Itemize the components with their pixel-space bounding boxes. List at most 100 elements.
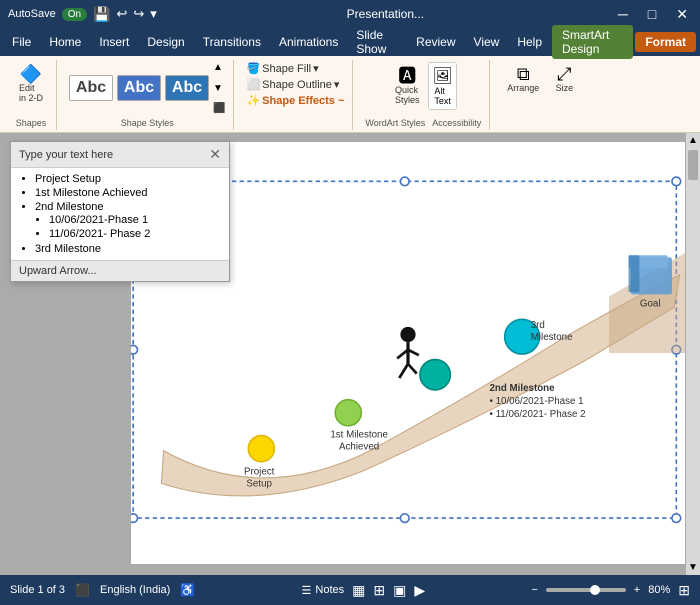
status-left: Slide 1 of 3 ⬛ English (India) ♿	[10, 583, 195, 597]
shape-fill-button[interactable]: 🪣 Shape Fill ▾	[246, 62, 344, 75]
svg-text:Goal: Goal	[640, 298, 661, 309]
arrange-size-row: ⧉ Arrange ⤢ Size	[502, 62, 580, 96]
tab-smartart-design[interactable]: SmartArt Design	[552, 25, 633, 59]
outline-arrow: ▾	[334, 78, 340, 91]
list-item-phase1: 10/06/2021-Phase 1	[49, 213, 221, 227]
style-boxes-row: Abc Abc Abc ▲ ▼ ⬛	[69, 62, 225, 114]
menu-insert[interactable]: Insert	[91, 32, 137, 52]
menu-help[interactable]: Help	[509, 32, 550, 52]
shape-outline-label: Shape Outline	[262, 79, 332, 91]
menu-file[interactable]: File	[4, 32, 39, 52]
ribbon-group-quick: 🅰 QuickStyles 🖼 AltText WordArt Styles A…	[357, 60, 490, 130]
notes-button[interactable]: ☰ Notes	[302, 584, 345, 597]
save-icon[interactable]: 💾	[93, 6, 110, 23]
menu-animations[interactable]: Animations	[271, 32, 346, 52]
zoom-level: 80%	[648, 584, 670, 596]
window-controls: ─ □ ✕	[614, 6, 692, 23]
edit-2d-button[interactable]: 🔷 Editin 2-D	[14, 62, 48, 106]
menu-home[interactable]: Home	[41, 32, 89, 52]
list-item-phase2: 11/06/2021- Phase 2	[49, 227, 221, 241]
shape-style-box-3[interactable]: Abc	[165, 75, 209, 101]
fill-arrow: ▾	[313, 62, 319, 75]
text-panel: Type your text here ✕ Project Setup 1st …	[10, 141, 230, 282]
svg-text:Achieved: Achieved	[339, 442, 379, 453]
svg-text:• 11/06/2021- Phase 2: • 11/06/2021- Phase 2	[489, 409, 585, 420]
shape-style-box-1[interactable]: Abc	[69, 75, 113, 101]
shape-style-box-2[interactable]: Abc	[117, 75, 161, 101]
autosave-toggle[interactable]: On	[62, 8, 87, 21]
styles-scroll-up[interactable]: ▲	[213, 62, 225, 73]
text-panel-title: Type your text here	[19, 149, 113, 161]
menu-review[interactable]: Review	[408, 32, 463, 52]
notes-icon: ☰	[302, 584, 312, 597]
alt-text-label: AltText	[434, 86, 451, 106]
scroll-down-button[interactable]: ▼	[686, 560, 700, 575]
accessibility-icon[interactable]: ♿	[180, 583, 195, 597]
zoom-out-icon[interactable]: −	[531, 584, 537, 596]
edit-2d-label: Editin 2-D	[19, 83, 43, 103]
list-item-milestone3: 3rd Milestone	[35, 242, 221, 256]
list-item-setup: Project Setup	[35, 172, 221, 186]
quick-styles-label: QuickStyles	[395, 85, 420, 105]
size-button[interactable]: ⤢ Size	[548, 62, 580, 96]
zoom-in-icon[interactable]: +	[634, 584, 640, 596]
text-panel-footer[interactable]: Upward Arrow...	[11, 260, 229, 281]
close-button[interactable]: ✕	[672, 6, 692, 23]
text-panel-close-button[interactable]: ✕	[209, 146, 221, 163]
slide-view-icon[interactable]: ⬛	[75, 583, 90, 597]
shape-fill-row: 🪣 Shape Fill ▾ ⬜ Shape Outline ▾ ✨ Shape…	[246, 62, 344, 107]
list-item-milestone2: 2nd Milestone 10/06/2021-Phase 1 11/06/2…	[35, 200, 221, 242]
edit-2d-icon: 🔷	[20, 65, 42, 83]
title-bar-left: AutoSave On 💾 ↩ ↪ ▾	[8, 6, 157, 23]
menu-view[interactable]: View	[466, 32, 508, 52]
shapes-group-label: Shapes	[16, 116, 47, 128]
shape-styles-label: Shape Styles	[121, 116, 174, 128]
restore-button[interactable]: □	[644, 6, 660, 23]
menu-slideshow[interactable]: Slide Show	[348, 25, 406, 59]
quick-styles-button[interactable]: 🅰 QuickStyles	[390, 64, 425, 108]
effects-icon: ✨	[246, 94, 260, 107]
ribbon: 🔷 Editin 2-D Shapes Abc Abc Abc ▲ ▼ ⬛ Sh…	[0, 56, 700, 133]
svg-text:Setup: Setup	[246, 479, 272, 490]
notes-label: Notes	[315, 584, 344, 596]
redo-icon[interactable]: ↪	[133, 6, 144, 22]
more-icon[interactable]: ▾	[150, 6, 157, 22]
tab-format[interactable]: Format	[635, 32, 696, 52]
svg-text:3rd: 3rd	[531, 320, 545, 331]
zoom-slider[interactable]	[546, 588, 626, 592]
menu-design[interactable]: Design	[139, 32, 192, 52]
menu-transitions[interactable]: Transitions	[195, 32, 269, 52]
scroll-thumb[interactable]	[688, 150, 698, 180]
menu-bar: File Home Insert Design Transitions Anim…	[0, 28, 700, 56]
styles-scroll-down[interactable]: ▼	[213, 83, 225, 94]
scroll-up-button[interactable]: ▲	[686, 133, 700, 148]
ribbon-group-shape-styles: Abc Abc Abc ▲ ▼ ⬛ Shape Styles	[61, 60, 234, 130]
minimize-button[interactable]: ─	[614, 6, 632, 23]
svg-text:Milestone: Milestone	[531, 332, 573, 343]
svg-text:1st Milestone: 1st Milestone	[330, 430, 388, 441]
person-figure	[397, 327, 419, 378]
shape-effects-label: Shape Effects ~	[262, 95, 344, 107]
size-label: Size	[556, 83, 574, 93]
workspace: Type your text here ✕ Project Setup 1st …	[0, 133, 700, 575]
shape-fill-label: Shape Fill	[262, 63, 311, 75]
fill-icon: 🪣	[246, 62, 260, 75]
outline-icon: ⬜	[246, 78, 260, 91]
shape-outline-button[interactable]: ⬜ Shape Outline ▾	[246, 78, 344, 91]
text-panel-body: Project Setup 1st Milestone Achieved 2nd…	[11, 168, 229, 260]
text-panel-header: Type your text here ✕	[11, 142, 229, 168]
slide-info: Slide 1 of 3	[10, 584, 65, 596]
svg-text:2nd Milestone: 2nd Milestone	[489, 383, 555, 394]
arrange-label: Arrange	[507, 83, 539, 93]
shapes-icons: 🔷 Editin 2-D	[14, 62, 48, 106]
svg-text:Project: Project	[244, 467, 275, 478]
alt-text-button[interactable]: 🖼 AltText	[428, 62, 456, 110]
language-info: English (India)	[100, 584, 170, 596]
svg-text:• 10/06/2021-Phase 1: • 10/06/2021-Phase 1	[489, 396, 583, 407]
undo-icon[interactable]: ↩	[116, 6, 127, 22]
styles-more[interactable]: ⬛	[213, 103, 225, 114]
scrollbar-vertical[interactable]: ▲ ▼	[686, 133, 700, 575]
size-icon: ⤢	[557, 65, 571, 83]
shape-effects-button[interactable]: ✨ Shape Effects ~	[246, 94, 344, 107]
arrange-button[interactable]: ⧉ Arrange	[502, 62, 544, 96]
